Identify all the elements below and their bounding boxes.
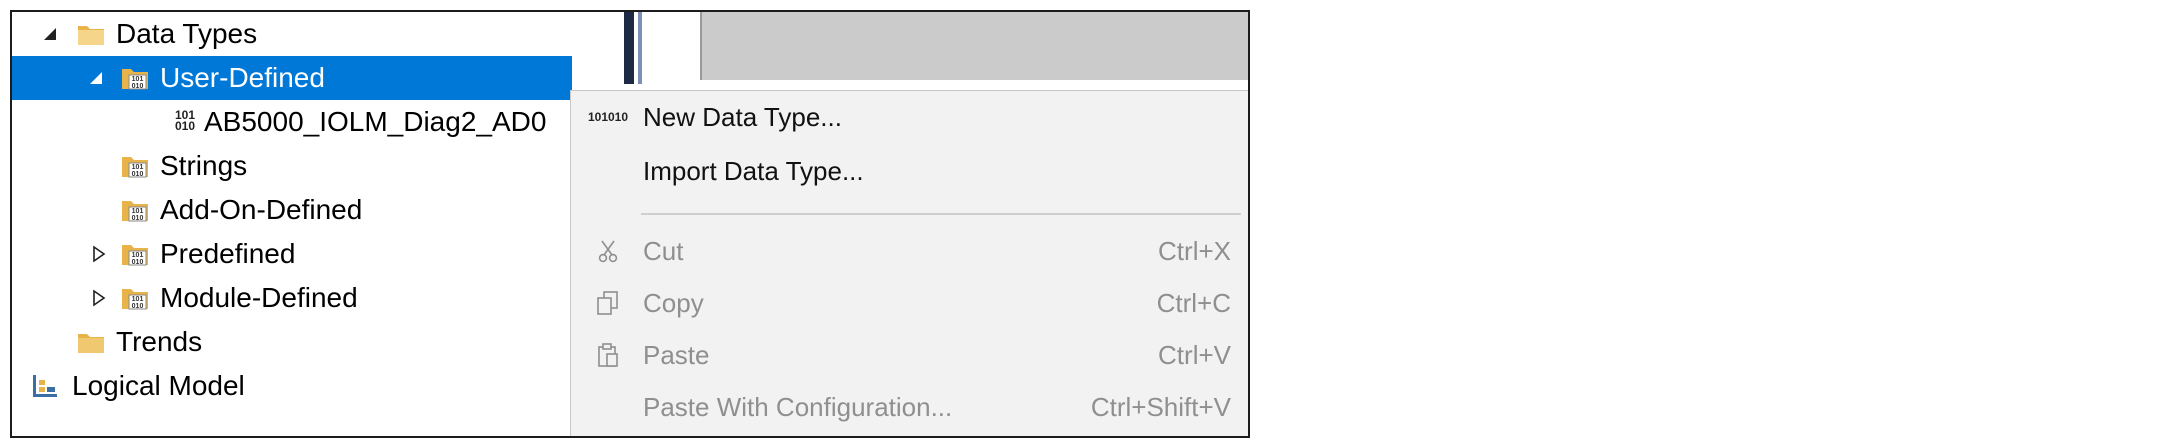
collapsed-arrow-icon[interactable]: [88, 243, 110, 265]
datatype-folder-icon: 101 010: [120, 64, 150, 92]
svg-text:010: 010: [132, 83, 144, 90]
tree-item-label: Add-On-Defined: [160, 194, 363, 225]
menu-item-label: Copy: [643, 287, 704, 318]
tree-item-label: Logical Model: [72, 370, 245, 401]
tree-item-label: Strings: [160, 150, 248, 181]
application-window: Data Types 101 010 User-Defined 101 010: [10, 10, 1250, 438]
menu-item-paste-with-configuration[interactable]: Paste With Configuration... Ctrl+Shift+V: [571, 381, 1248, 433]
tree-item-label: Trends: [116, 326, 203, 357]
splitter-bar[interactable]: [624, 12, 634, 84]
menu-item-shortcut: Ctrl+C: [1156, 287, 1231, 318]
tree-item-data-types[interactable]: Data Types: [12, 12, 584, 56]
paste-icon: [593, 340, 623, 370]
folder-icon: [76, 328, 106, 356]
svg-text:101: 101: [132, 76, 144, 83]
binary-datatype-icon: 101 010: [170, 109, 200, 138]
menu-item-label: New Data Type...: [643, 101, 842, 132]
tree-item-ab5000-iolm-diag2-ad0[interactable]: 101 010 AB5000_IOLM_Diag2_AD0: [12, 100, 584, 144]
tree-item-module-defined[interactable]: 101 010 Module-Defined: [12, 276, 584, 320]
collapsed-arrow-icon[interactable]: [88, 287, 110, 309]
menu-item-shortcut: Ctrl+Shift+V: [1090, 391, 1231, 422]
menu-item-cut[interactable]: Cut Ctrl+X: [571, 225, 1248, 277]
logical-model-icon: [30, 372, 60, 400]
binary-top: 101: [587, 109, 608, 124]
controller-organizer-tree: Data Types 101 010 User-Defined 101 010: [12, 12, 584, 436]
tree-item-predefined[interactable]: 101 010 Predefined: [12, 232, 584, 276]
tree-item-trends[interactable]: Trends: [12, 320, 584, 364]
binary-bottom: 010: [608, 109, 629, 124]
svg-text:101: 101: [132, 164, 144, 171]
datatype-folder-icon: 101 010: [120, 152, 150, 180]
svg-text:101: 101: [132, 296, 144, 303]
menu-item-shortcut: Ctrl+V: [1158, 339, 1231, 370]
menu-item-label: Paste With Configuration...: [643, 391, 953, 422]
binary-datatype-icon: 101 010: [588, 102, 628, 132]
tree-item-add-on-defined[interactable]: 101 010 Add-On-Defined: [12, 188, 584, 232]
context-menu: 101 010 New Data Type... Import Data Typ…: [570, 90, 1248, 436]
svg-text:101: 101: [132, 252, 144, 259]
editor-panel: [646, 12, 702, 80]
datatype-folder-icon: 101 010: [120, 240, 150, 268]
datatype-folder-icon: 101 010: [120, 284, 150, 312]
menu-item-new-data-type[interactable]: 101 010 New Data Type...: [571, 91, 1248, 143]
svg-text:010: 010: [132, 171, 144, 178]
tree-item-label: AB5000_IOLM_Diag2_AD0: [204, 106, 547, 137]
svg-text:010: 010: [132, 303, 144, 310]
scissors-icon: [593, 236, 623, 266]
menu-item-import-data-type[interactable]: Import Data Type...: [571, 145, 1248, 197]
tree-item-label: Module-Defined: [160, 282, 358, 313]
svg-text:010: 010: [132, 259, 144, 266]
tree-item-strings[interactable]: 101 010 Strings: [12, 144, 584, 188]
menu-item-label: Cut: [643, 235, 684, 266]
menu-item-label: Paste: [643, 339, 710, 370]
datatype-folder-icon: 101 010: [120, 196, 150, 224]
copy-icon: [593, 288, 623, 318]
splitter-highlight: [638, 12, 642, 84]
menu-separator: [641, 213, 1241, 215]
tree-item-user-defined[interactable]: 101 010 User-Defined: [12, 56, 572, 100]
menu-item-copy[interactable]: Copy Ctrl+C: [571, 277, 1248, 329]
tree-item-label: Data Types: [116, 18, 258, 49]
expanded-arrow-icon[interactable]: [86, 67, 108, 89]
editor-tab-strip: [700, 12, 1248, 80]
binary-bottom: 010: [174, 119, 196, 133]
expanded-arrow-icon[interactable]: [40, 23, 62, 45]
svg-text:101: 101: [132, 208, 144, 215]
menu-item-label: Import Data Type...: [643, 155, 864, 186]
svg-text:010: 010: [132, 215, 144, 222]
menu-item-shortcut: Ctrl+X: [1158, 235, 1231, 266]
tree-item-label: Predefined: [160, 238, 296, 269]
folder-icon: [76, 20, 106, 48]
menu-item-paste[interactable]: Paste Ctrl+V: [571, 329, 1248, 381]
tree-item-label: User-Defined: [160, 62, 325, 93]
tree-item-logical-model[interactable]: Logical Model: [12, 364, 584, 408]
